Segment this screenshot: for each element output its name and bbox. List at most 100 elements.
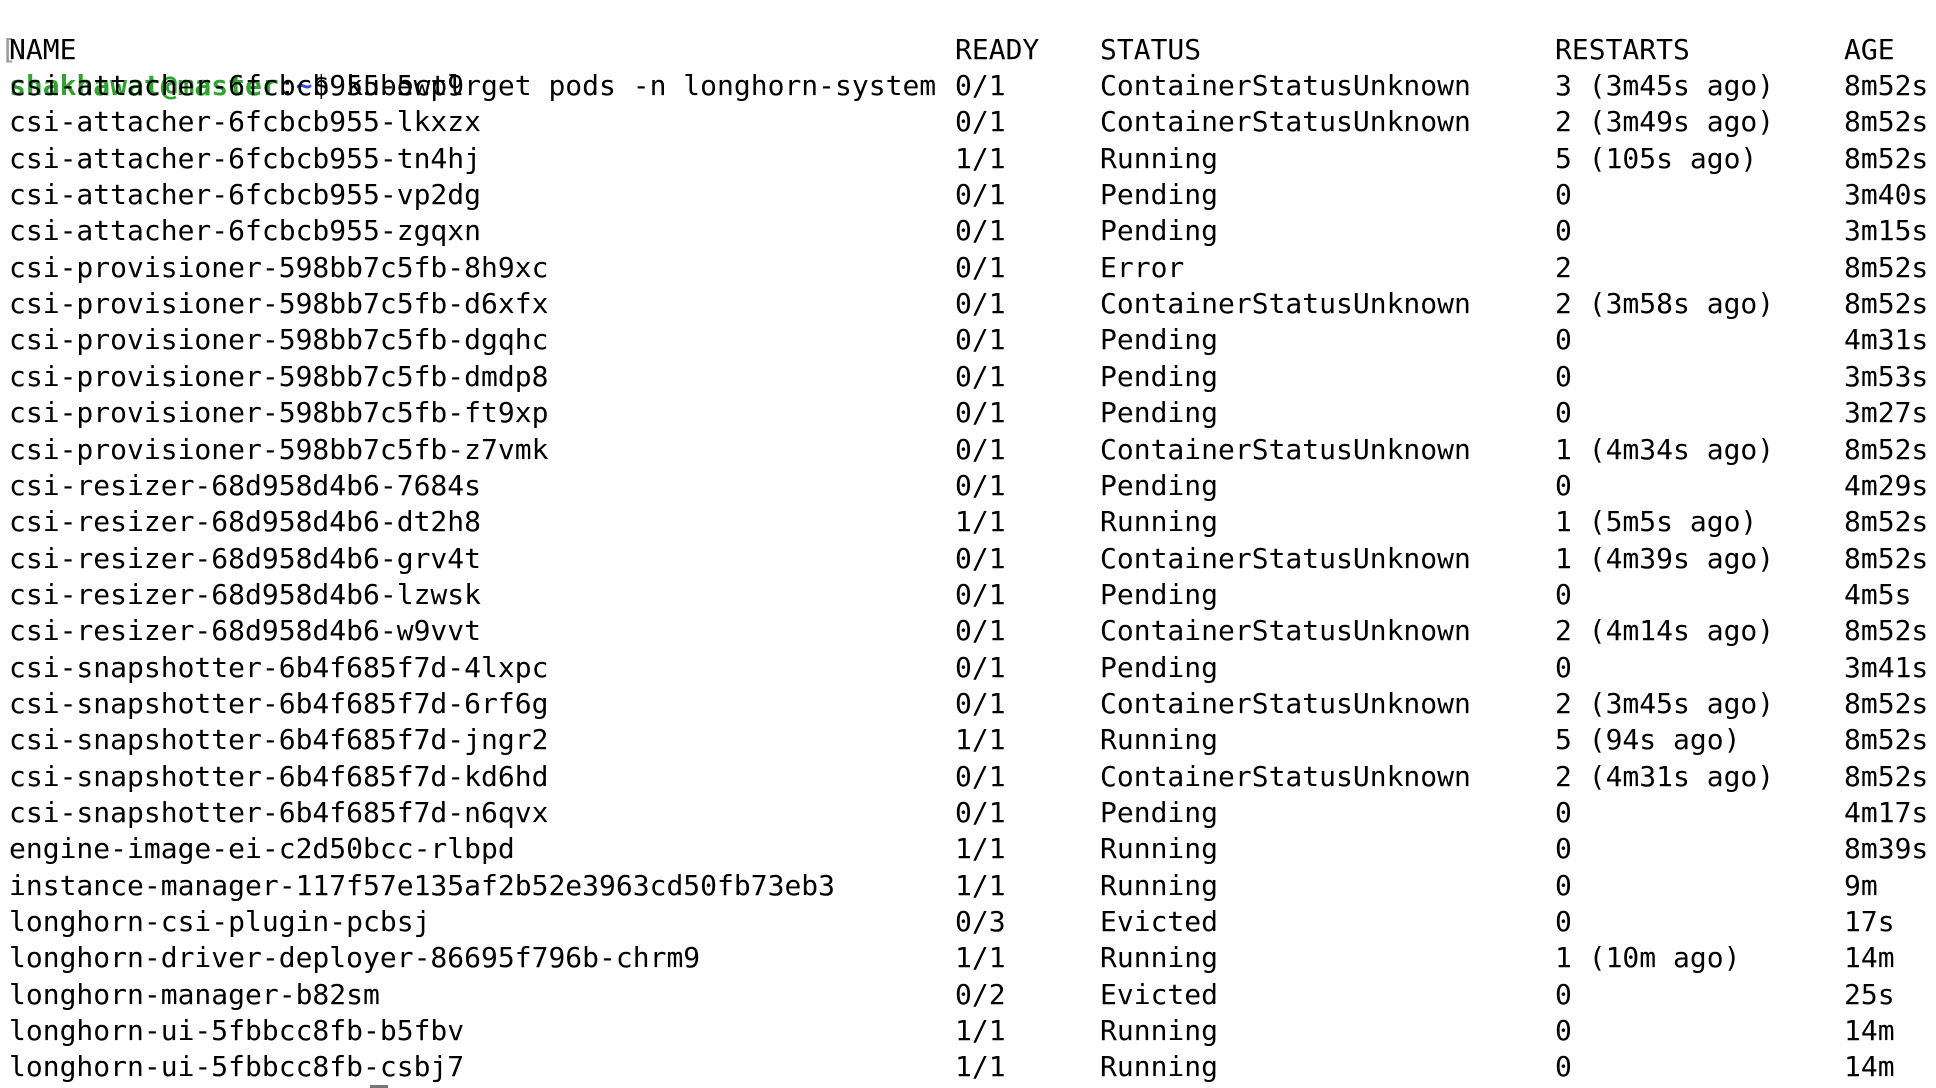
pod-restarts: 0: [1555, 905, 1572, 939]
pod-ready: 0/1: [955, 796, 1006, 829]
pod-ready: 0/1: [955, 105, 1006, 139]
pod-name: csi-resizer-68d958d4b6-dt2h8: [9, 505, 482, 539]
pod-name: longhorn-ui-5fbbcc8fb-b5fbv: [9, 1014, 465, 1048]
pod-ready: 0/3: [955, 905, 1006, 939]
pod-ready: 0/1: [955, 577, 1006, 611]
table-row: engine-image-ei-c2d50bcc-rlbpd 1/1 Running…: [0, 831, 1936, 867]
pod-restarts: 0: [1555, 214, 1572, 248]
pod-name: csi-snapshotter-6b4f685f7d-6rf6g: [9, 686, 549, 720]
pod-ready: 1/1: [955, 941, 1006, 975]
pod-status: Running: [1100, 832, 1219, 866]
table-row: csi-provisioner-598bb7c5fb-8h9xc 0/1 Error…: [0, 250, 1936, 286]
pod-name: longhorn-driver-deployer-86695f796b-chrm…: [9, 941, 701, 975]
pod-name: csi-snapshotter-6b4f685f7d-4lxpc: [9, 650, 549, 684]
pod-age: 8m52s: [1844, 250, 1929, 284]
pod-name: csi-resizer-68d958d4b6-w9vvt: [9, 614, 482, 648]
pod-restarts: 1 (4m39s ago): [1555, 541, 1775, 575]
pod-ready: 1/1: [955, 832, 1006, 866]
pod-status: Pending: [1100, 650, 1219, 684]
pod-status: Error: [1100, 250, 1185, 284]
pod-ready: 1/1: [955, 1014, 1006, 1048]
pod-age: 8m52s: [1844, 723, 1929, 757]
table-row: csi-snapshotter-6b4f685f7d-n6qvx 0/1 Pendi…: [0, 795, 1936, 831]
table-row: csi-resizer-68d958d4b6-w9vvt 0/1 Container…: [0, 613, 1936, 649]
terminal-window[interactable]: [ shakhawat@master:~$ kubectl get pods -…: [0, 0, 1936, 1088]
pod-age: 8m52s: [1844, 69, 1929, 102]
table-row: csi-provisioner-598bb7c5fb-dmdp8 0/1 Pendi…: [0, 359, 1936, 395]
table-header: NAME READY STATUS RESTARTS AGE: [0, 32, 1936, 68]
pod-status: ContainerStatusUnknown: [1100, 541, 1471, 575]
pod-status: Running: [1100, 723, 1219, 757]
pod-name: csi-snapshotter-6b4f685f7d-jngr2: [9, 723, 549, 757]
pod-status: ContainerStatusUnknown: [1100, 432, 1471, 466]
pod-status: Running: [1100, 941, 1219, 975]
table-row: longhorn-csi-plugin-pcbsj 0/3 Evicted 0 17s: [0, 904, 1936, 940]
pod-restarts: 0: [1555, 650, 1572, 684]
table-row: csi-snapshotter-6b4f685f7d-4lxpc 0/1 Pendi…: [0, 650, 1936, 686]
pod-age: 9m: [1844, 868, 1878, 902]
pod-ready: 0/1: [955, 614, 1006, 648]
pod-ready: 0/1: [955, 359, 1006, 393]
pod-name: csi-provisioner-598bb7c5fb-ft9xp: [9, 396, 549, 430]
pod-name: csi-attacher-6fcbcb955-vp2dg: [9, 178, 482, 212]
pod-ready: 0/2: [955, 977, 1006, 1011]
pod-status: Running: [1100, 1014, 1219, 1048]
table-row: csi-attacher-6fcbcb955-tn4hj 1/1 Running 5 …: [0, 141, 1936, 177]
pod-age: 25s: [1844, 977, 1895, 1011]
prompt-line: [ shakhawat@master:~$ kubectl get pods -…: [0, 0, 1936, 102]
pod-age: 3m41s: [1844, 650, 1929, 684]
pod-ready: 1/1: [955, 723, 1006, 757]
pod-restarts: 5 (94s ago): [1555, 723, 1741, 757]
pod-age: 8m52s: [1844, 141, 1929, 175]
pod-restarts: 0: [1555, 796, 1572, 829]
pod-name: engine-image-ei-c2d50bcc-rlbpd: [9, 832, 515, 866]
table-row: csi-attacher-6fcbcb955-vp2dg 0/1 Pending 0 3…: [0, 177, 1936, 213]
pod-status: Running: [1100, 1050, 1219, 1084]
header-ready: READY: [955, 33, 1040, 66]
pod-restarts: 0: [1555, 1050, 1572, 1084]
table-row: longhorn-driver-deployer-86695f796b-chrm…: [0, 940, 1936, 976]
pod-status: Evicted: [1100, 977, 1219, 1011]
pod-name: csi-attacher-6fcbcb955-5wp9r: [9, 69, 482, 102]
pod-restarts: 2 (3m58s ago): [1555, 287, 1775, 321]
pod-restarts: 2: [1555, 250, 1572, 284]
pod-age: 14m: [1844, 1050, 1895, 1084]
table-row: csi-attacher-6fcbcb955-5wp9r 0/1 Container…: [0, 68, 1936, 104]
pod-age: 3m53s: [1844, 359, 1929, 393]
pod-restarts: 1 (10m ago): [1555, 941, 1741, 975]
pod-name: csi-attacher-6fcbcb955-lkxzx: [9, 105, 482, 139]
table-row: longhorn-ui-5fbbcc8fb-b5fbv 1/1 Running 0 14…: [0, 1013, 1936, 1049]
pod-ready: 0/1: [955, 759, 1006, 793]
table-row: longhorn-manager-b82sm 0/2 Evicted 0 25s: [0, 977, 1936, 1013]
pod-name: csi-snapshotter-6b4f685f7d-n6qvx: [9, 796, 549, 829]
pod-age: 3m27s: [1844, 396, 1929, 430]
pod-status: ContainerStatusUnknown: [1100, 759, 1471, 793]
pod-ready: 0/1: [955, 69, 1006, 102]
pod-name: instance-manager-117f57e135af2b52e3963cd…: [9, 868, 836, 902]
pod-name: csi-provisioner-598bb7c5fb-8h9xc: [9, 250, 549, 284]
pod-status: ContainerStatusUnknown: [1100, 105, 1471, 139]
pod-age: 8m52s: [1844, 759, 1929, 793]
pod-ready: 0/1: [955, 287, 1006, 321]
pod-name: csi-provisioner-598bb7c5fb-dmdp8: [9, 359, 549, 393]
pod-ready: 0/1: [955, 468, 1006, 502]
pod-age: 8m52s: [1844, 432, 1929, 466]
pod-ready: 1/1: [955, 868, 1006, 902]
pod-age: 17s: [1844, 905, 1895, 939]
pod-age: 8m52s: [1844, 541, 1929, 575]
pod-status: Running: [1100, 868, 1219, 902]
table-row: csi-attacher-6fcbcb955-lkxzx 0/1 Container…: [0, 104, 1936, 140]
pod-restarts: 2 (3m49s ago): [1555, 105, 1775, 139]
table-row: instance-manager-117f57e135af2b52e3963cd…: [0, 868, 1936, 904]
pod-status: Running: [1100, 505, 1219, 539]
header-name: NAME: [9, 33, 77, 66]
pod-name: csi-snapshotter-6b4f685f7d-kd6hd: [9, 759, 549, 793]
pod-name: longhorn-ui-5fbbcc8fb-csbj7: [9, 1050, 465, 1084]
table-row: csi-provisioner-598bb7c5fb-d6xfx 0/1 Conta…: [0, 286, 1936, 322]
pod-name: longhorn-csi-plugin-pcbsj: [9, 905, 431, 939]
pod-age: 4m5s: [1844, 577, 1912, 611]
pod-status: Pending: [1100, 577, 1219, 611]
table-row: csi-attacher-6fcbcb955-zgqxn 0/1 Pending 0 3…: [0, 213, 1936, 249]
table-row: csi-resizer-68d958d4b6-grv4t 0/1 Container…: [0, 541, 1936, 577]
pod-ready: 0/1: [955, 178, 1006, 212]
